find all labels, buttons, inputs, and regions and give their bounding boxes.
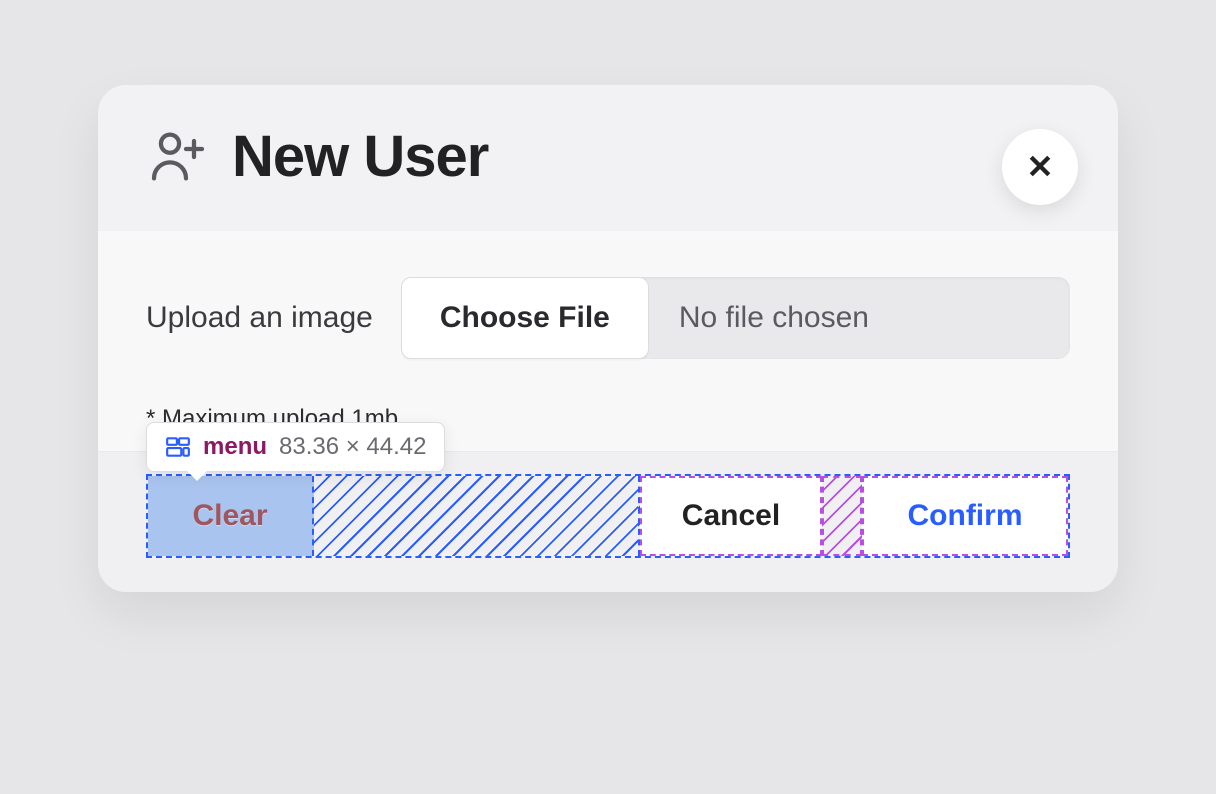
dialog-body: Upload an image Choose File No file chos…	[98, 230, 1118, 451]
choose-file-button[interactable]: Choose File	[401, 277, 649, 359]
close-icon	[1025, 151, 1055, 184]
button-gap	[822, 476, 862, 556]
cancel-button-label: Cancel	[682, 499, 780, 533]
file-status-text: No file chosen	[649, 277, 1070, 359]
user-plus-icon	[146, 125, 210, 189]
tooltip-tag: menu	[203, 433, 267, 461]
upload-row: Upload an image Choose File No file chos…	[146, 277, 1070, 359]
confirm-button-label: Confirm	[908, 499, 1023, 533]
upload-label: Upload an image	[146, 301, 373, 335]
clear-button[interactable]: Clear	[148, 476, 314, 556]
cancel-button[interactable]: Cancel	[640, 476, 822, 556]
new-user-dialog: New User Upload an image Choose File No …	[98, 85, 1118, 592]
flex-spacer	[314, 476, 640, 556]
devtools-tooltip: menu 83.36 × 44.42	[146, 422, 445, 472]
tooltip-size: 83.36 × 44.42	[279, 433, 426, 461]
flex-icon	[165, 434, 191, 460]
dialog-header: New User	[98, 85, 1118, 230]
footer-menu: Clear Cancel Confirm	[146, 474, 1070, 558]
confirm-button[interactable]: Confirm	[862, 476, 1068, 556]
dialog-title: New User	[232, 123, 488, 190]
close-button[interactable]	[1002, 129, 1078, 205]
clear-button-label: Clear	[192, 499, 267, 533]
file-input-group: Choose File No file chosen	[401, 277, 1070, 359]
dialog-footer: menu 83.36 × 44.42 Clear Cancel Confirm	[98, 451, 1118, 592]
